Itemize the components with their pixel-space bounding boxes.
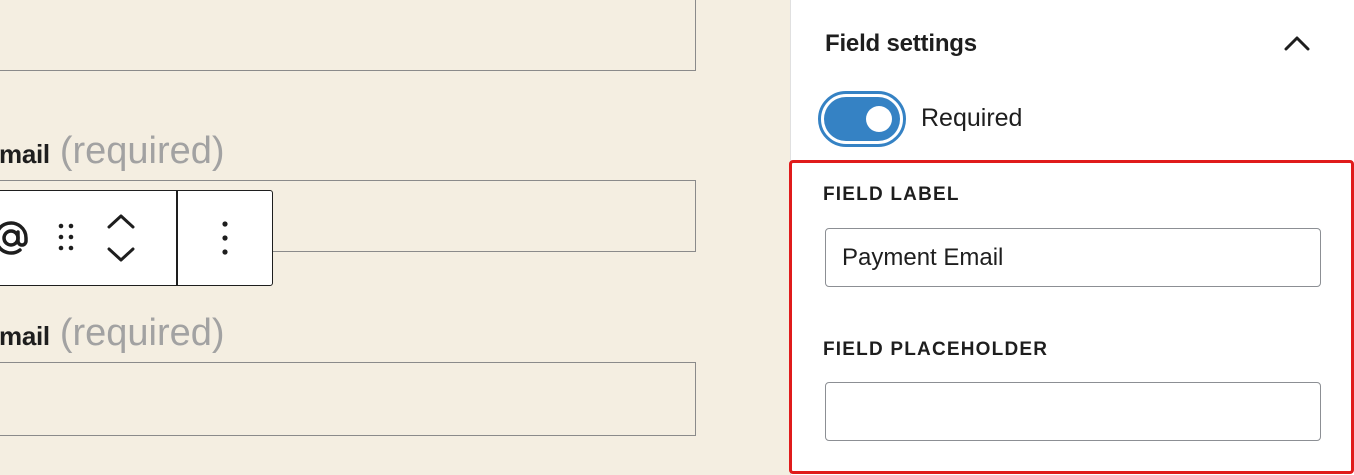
panel-title[interactable]: Field settings xyxy=(825,30,977,58)
required-toggle[interactable] xyxy=(818,91,906,147)
chevron-down-icon[interactable] xyxy=(107,247,135,262)
required-indicator: (required) xyxy=(59,312,225,354)
field-label-name: mail xyxy=(0,139,50,169)
block-type-button[interactable] xyxy=(0,211,31,265)
field-label-input[interactable] xyxy=(825,228,1321,287)
field-label-email-2[interactable]: mail (required) xyxy=(0,312,225,355)
settings-sidebar: Field settings Required FIELD LABEL FIEL… xyxy=(789,0,1354,475)
options-button[interactable] xyxy=(210,211,240,265)
at-sign-icon xyxy=(0,221,28,255)
toolbar-options-group xyxy=(178,191,273,285)
block-mover xyxy=(105,211,137,265)
more-vertical-icon xyxy=(222,221,228,255)
field-label-title: FIELD LABEL xyxy=(823,184,960,205)
field-placeholder-title: FIELD PLACEHOLDER xyxy=(823,339,1049,360)
drag-handle-icon xyxy=(58,223,74,251)
field-label-name: mail xyxy=(0,321,50,351)
field-input-email-2[interactable] xyxy=(0,362,696,436)
field-input-previous[interactable] xyxy=(0,0,696,71)
required-indicator: (required) xyxy=(59,130,225,172)
collapse-panel-button[interactable] xyxy=(1279,28,1315,58)
chevron-up-icon xyxy=(1284,36,1310,51)
toggle-track xyxy=(824,97,900,141)
drag-handle-button[interactable] xyxy=(53,219,79,255)
field-label-email[interactable]: mail (required) xyxy=(0,130,225,173)
toggle-thumb xyxy=(866,106,892,132)
block-toolbar xyxy=(0,190,273,286)
chevron-up-icon[interactable] xyxy=(107,214,135,229)
field-placeholder-input[interactable] xyxy=(825,382,1321,441)
required-toggle-label[interactable]: Required xyxy=(921,104,1022,133)
editor-canvas: mail (required) mail (required) xyxy=(0,0,790,475)
toolbar-main-group xyxy=(0,191,176,285)
